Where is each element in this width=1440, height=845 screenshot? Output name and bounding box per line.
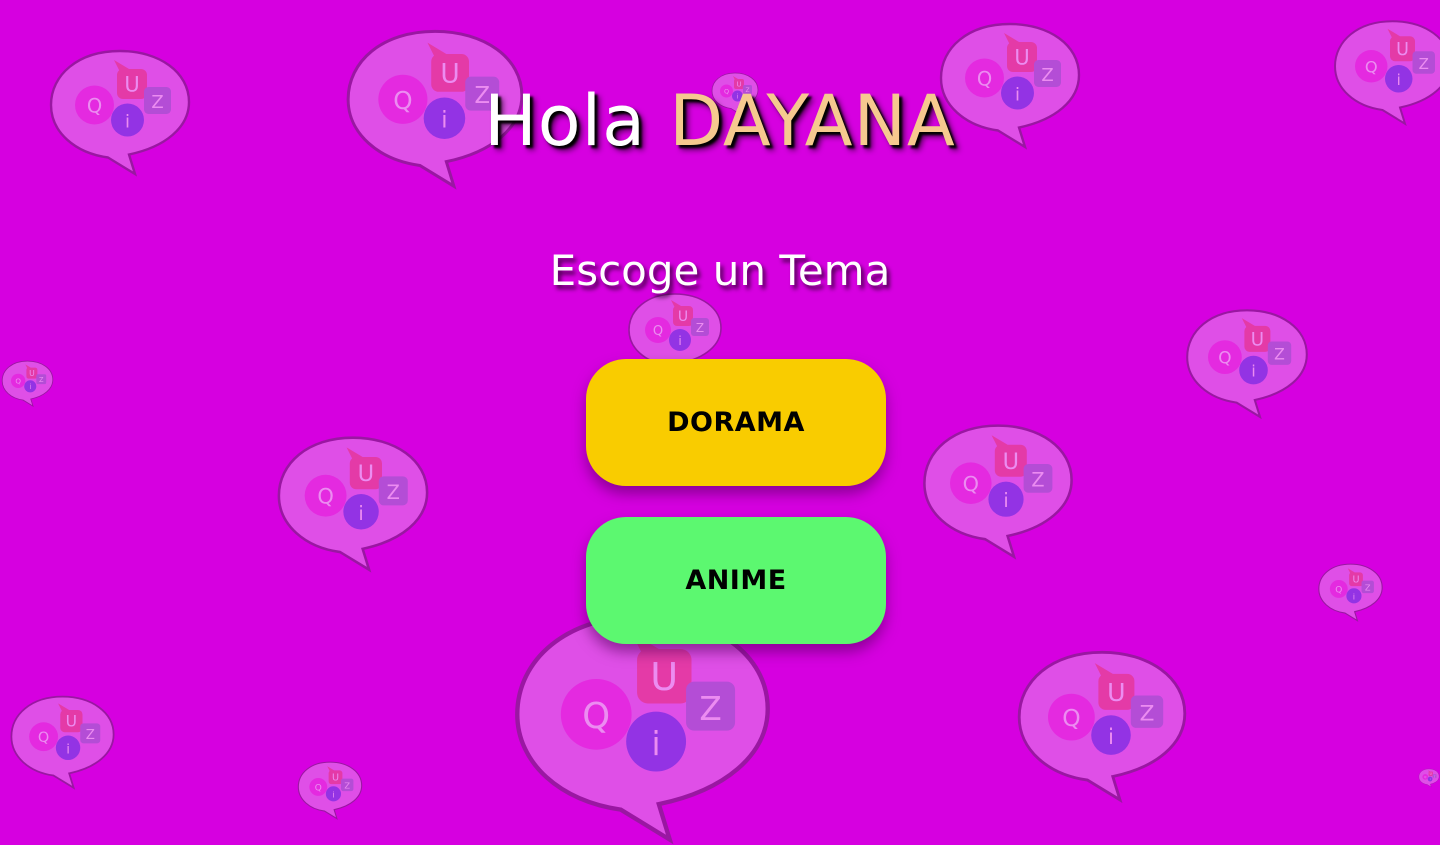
greeting-heading: Hola DAYANA (0, 78, 1440, 164)
quiz-bubble-icon (918, 408, 1078, 568)
greeting-hello: Hola (484, 80, 646, 162)
quiz-bubble-icon (290, 758, 370, 820)
topic-button-dorama[interactable]: DORAMA (586, 359, 886, 486)
greeting-username: DAYANA (669, 80, 956, 162)
quiz-bubble-icon (263, 428, 443, 573)
topic-button-anime[interactable]: ANIME (586, 517, 886, 644)
quiz-bubble-icon (1418, 730, 1440, 825)
quiz-bubble-icon (1313, 560, 1388, 622)
quiz-bubble-icon (1182, 296, 1312, 426)
quiz-bubble-icon (0, 690, 125, 790)
quiz-home-screen: U Q Z i Hola DAYANA Escoge un Tema DORAM… (0, 0, 1440, 845)
quiz-bubble-icon (0, 330, 55, 435)
quiz-bubble-icon (1012, 640, 1192, 805)
choose-topic-title: Escoge un Tema (549, 246, 891, 295)
